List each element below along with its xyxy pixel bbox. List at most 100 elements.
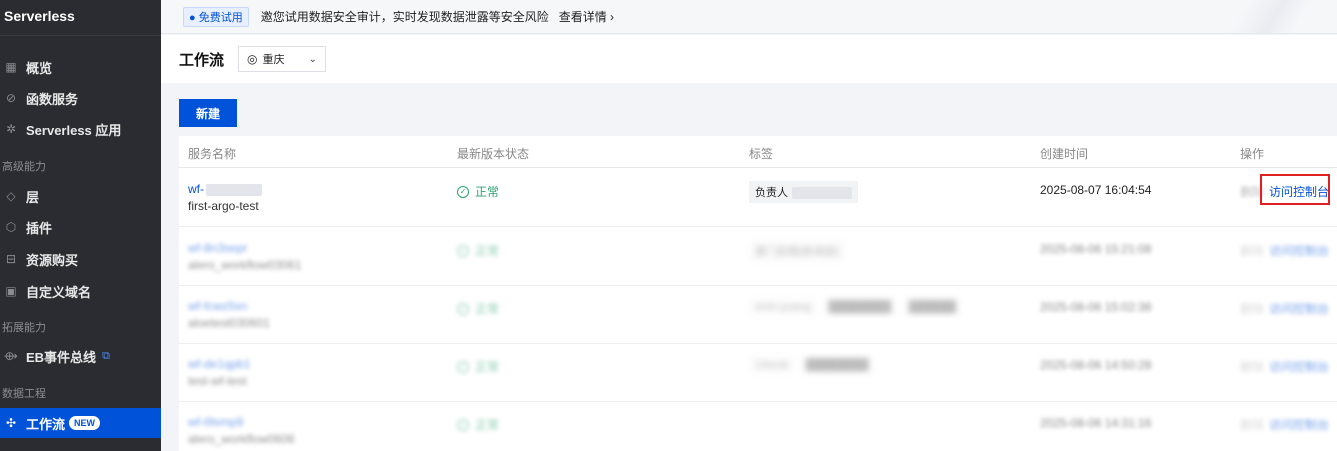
redacted-text <box>206 183 262 196</box>
free-trial-badge[interactable]: ● 免费试用 <box>183 6 249 27</box>
col-service-name: 服务名称 <box>188 147 237 161</box>
table-header: 服务名称 最新版本状态 标签 创建时间 操作 <box>179 136 1337 168</box>
service-name-link[interactable]: wf-fcwz5sn <box>188 299 247 313</box>
sidebar-item-purchase[interactable]: ⊟ 资源购买 <box>0 244 161 274</box>
tag-chip: 厦门前期(新闻部) <box>749 240 846 262</box>
col-tags: 标签 <box>749 147 774 161</box>
app-icon: ✲ <box>5 122 17 136</box>
sidebar-item-label: Serverless 应用 <box>26 122 122 138</box>
tag-cell: 13ucat ████████ <box>749 356 875 374</box>
visit-console-link[interactable]: 访问控制台 <box>1269 416 1329 433</box>
delete-link[interactable]: 删除 <box>1240 300 1264 317</box>
status-badge: ✓ 正常 <box>457 242 499 259</box>
created-time: 2025-08-06 14:50:28 <box>1040 358 1152 372</box>
new-workflow-button[interactable]: 新建 <box>179 99 237 127</box>
grid-icon: ▦ <box>5 60 17 74</box>
service-subname: aloetest030601 <box>188 316 271 330</box>
sidebar: Serverless ▦ 概览 ⊘ 函数服务 ✲ Serverless 应用 高… <box>0 0 161 451</box>
table-row: wf-8n3sepr alero_workflow03061 ✓ 正常 厦门前期(… <box>179 228 1337 286</box>
visit-console-link[interactable]: 访问控制台 <box>1269 358 1329 375</box>
check-circle-icon: ✓ <box>457 244 469 257</box>
layers-icon: ◇ <box>6 189 16 203</box>
globe-icon: ◎ <box>247 52 258 66</box>
service-subname: alero_workflow0606 <box>188 432 295 446</box>
check-circle-icon: ✓ <box>457 185 469 198</box>
tag-chip: ██████ <box>903 298 962 316</box>
eventbus-icon: ⟴ <box>4 349 18 363</box>
visit-console-link[interactable]: 访问控制台 <box>1269 300 1329 317</box>
created-time: 2025-08-06 15:02:38 <box>1040 300 1152 314</box>
delete-link[interactable]: 删除 <box>1240 358 1264 375</box>
table-row: wf-t9smp9 alero_workflow0606 ✓ 正常 2025-08… <box>179 402 1337 451</box>
external-link-icon: ⧉ <box>102 349 110 362</box>
chevron-down-icon: ⌄ <box>308 53 318 65</box>
sidebar-group-data-engineering: 数据工程 <box>2 388 46 400</box>
created-time: 2025-08-06 14:31:16 <box>1040 416 1152 430</box>
tag-cell: 厦门前期(新闻部) <box>749 240 846 262</box>
tag-chip: 13ucat <box>749 356 795 374</box>
tag-chip: ████████ <box>822 298 898 316</box>
service-subname: alero_workflow03061 <box>188 258 302 272</box>
region-select[interactable]: ◎ 重庆 ⌄ <box>238 46 327 72</box>
delete-link[interactable]: 删除 <box>1240 242 1264 259</box>
workflow-icon: ✣ <box>5 416 17 430</box>
created-time: 2025-08-07 16:04:54 <box>1040 183 1152 197</box>
sidebar-item-workflow[interactable]: ✣ 工作流 NEW <box>0 408 161 438</box>
workflow-table: 服务名称 最新版本状态 标签 创建时间 操作 wf- first-argo-te… <box>179 136 1337 451</box>
sidebar-item-label: 层 <box>26 189 40 205</box>
service-name-link[interactable]: wf-de1qpb1 <box>188 357 251 371</box>
check-circle-icon: ✓ <box>457 418 469 431</box>
tag-chip: ████████ <box>800 356 875 374</box>
sidebar-item-label: 概览 <box>26 60 53 76</box>
table-row: wf-de1qpb1 test-wf-test ✓ 正常 13ucat ██████… <box>179 344 1337 402</box>
sidebar-item-overview[interactable]: ▦ 概览 <box>0 52 161 82</box>
sidebar-item-custom-domain[interactable]: ▣ 自定义域名 <box>0 276 161 306</box>
tag-cell: 负责人 <box>749 181 858 203</box>
sidebar-group-extension: 拓展能力 <box>2 322 46 334</box>
domain-icon: ▣ <box>5 284 17 298</box>
service-name-link[interactable]: wf-8n3sepr <box>188 241 247 255</box>
promo-banner: ● 免费试用 邀您试用数据安全审计，实时发现数据泄露等安全风险 查看详情 › <box>161 0 1337 34</box>
delete-link[interactable]: 删除 <box>1240 416 1264 433</box>
sidebar-item-label: 工作流 <box>26 416 66 432</box>
tag-chip: vinin.yuang <box>749 298 817 316</box>
col-status: 最新版本状态 <box>457 147 530 161</box>
table-row: wf- first-argo-test ✓ 正常 负责人 2025-08-07 … <box>179 169 1337 227</box>
col-created: 创建时间 <box>1040 147 1089 161</box>
tag-cell: vinin.yuang ████████ ██████ <box>749 298 962 316</box>
sidebar-item-eventbus[interactable]: ⟴ EB事件总线 ⧉ <box>0 341 161 371</box>
service-name-link[interactable]: wf- <box>188 182 204 196</box>
check-circle-icon: ✓ <box>457 360 469 373</box>
sidebar-item-functions[interactable]: ⊘ 函数服务 <box>0 83 161 113</box>
service-name-link[interactable]: wf-t9smp9 <box>188 415 243 429</box>
banner-decoration <box>1177 0 1337 33</box>
check-circle-icon: ✓ <box>457 302 469 315</box>
banner-text: 邀您试用数据安全审计，实时发现数据泄露等安全风险 <box>260 10 549 24</box>
page-title: 工作流 <box>179 51 225 69</box>
status-badge: ✓ 正常 <box>457 300 499 317</box>
status-badge: ✓ 正常 <box>457 416 499 433</box>
sidebar-item-serverless-app[interactable]: ✲ Serverless 应用 <box>0 114 161 144</box>
sidebar-item-layers[interactable]: ◇ 层 <box>0 181 161 211</box>
sidebar-item-label: 函数服务 <box>26 91 79 107</box>
function-icon: ⊘ <box>5 91 17 105</box>
region-value: 重庆 <box>262 54 285 66</box>
service-subname: test-wf-test <box>188 374 247 388</box>
visit-console-link[interactable]: 访问控制台 <box>1269 242 1329 259</box>
tag-chip: 负责人 <box>749 181 858 203</box>
created-time: 2025-08-06 15:21:08 <box>1040 242 1152 256</box>
sidebar-item-label: EB事件总线 <box>26 349 97 365</box>
banner-details-link[interactable]: 查看详情 › <box>559 8 614 25</box>
service-subname: first-argo-test <box>188 199 259 213</box>
sidebar-group-advanced: 高级能力 <box>2 161 46 173</box>
sidebar-item-plugins[interactable]: ⬡ 插件 <box>0 212 161 242</box>
purchase-icon: ⊟ <box>5 252 17 266</box>
page-header: 工作流 ◎ 重庆 ⌄ <box>161 35 1337 83</box>
highlight-box <box>1260 174 1330 205</box>
new-badge: NEW <box>69 416 101 430</box>
col-actions: 操作 <box>1240 147 1265 161</box>
table-row: wf-fcwz5sn aloetest030601 ✓ 正常 vinin.yuan… <box>179 286 1337 344</box>
sidebar-title: Serverless <box>0 0 161 36</box>
sidebar-item-label: 插件 <box>26 220 53 236</box>
sidebar-item-label: 自定义域名 <box>26 284 92 300</box>
